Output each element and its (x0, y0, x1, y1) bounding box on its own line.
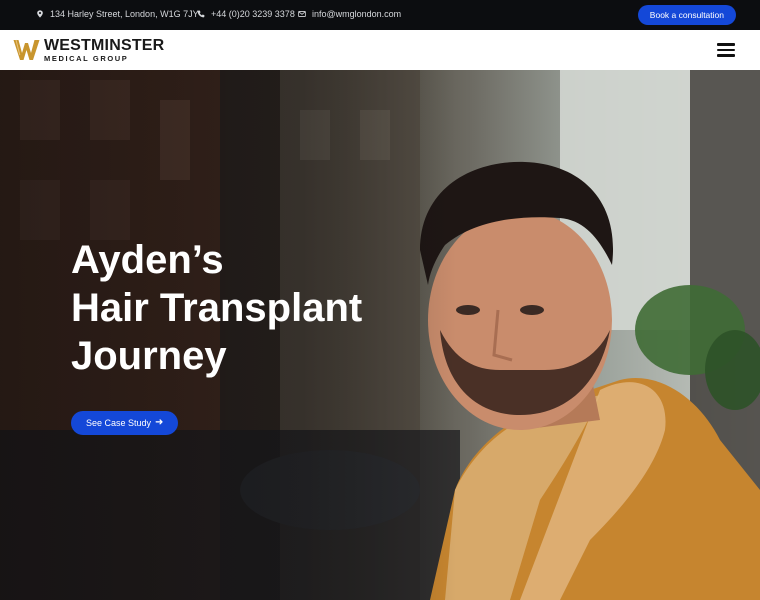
logo-line1: WESTMINSTER (44, 37, 165, 54)
address-item[interactable]: 134 Harley Street, London, W1G 7JY (36, 9, 199, 19)
phone-text: +44 (0)20 3239 3378 (211, 9, 295, 19)
menu-bar (717, 54, 735, 57)
arrow-right-icon: ➜ (155, 417, 164, 428)
site-logo[interactable]: WESTMINSTER MEDICAL GROUP (13, 38, 164, 63)
hero-title-line3: Journey (71, 334, 227, 378)
hero-title: Ayden’s Hair Transplant Journey (71, 236, 362, 380)
phone-icon (197, 10, 205, 18)
menu-bar (717, 43, 735, 46)
logo-line2: MEDICAL GROUP (44, 54, 129, 63)
address-text: 134 Harley Street, London, W1G 7JY (50, 9, 199, 19)
see-case-study-button[interactable]: See Case Study ➜ (71, 411, 179, 435)
hero-title-line2: Hair Transplant (71, 286, 363, 330)
hero-section: Ayden’s Hair Transplant Journey See Case… (0, 70, 760, 600)
email-item[interactable]: info@wmglondon.com (298, 9, 401, 19)
book-consultation-button[interactable]: Book a consultation (637, 5, 736, 25)
see-case-study-label: See Case Study (86, 418, 152, 428)
hamburger-icon[interactable] (717, 43, 735, 57)
phone-item[interactable]: +44 (0)20 3239 3378 (197, 9, 295, 19)
westminster-logo-icon (13, 40, 40, 61)
site-header: WESTMINSTER MEDICAL GROUP (0, 30, 760, 70)
email-text: info@wmglondon.com (312, 9, 402, 19)
top-contact-bar: 134 Harley Street, London, W1G 7JY +44 (… (0, 0, 760, 30)
menu-bar (717, 48, 735, 52)
envelope-icon (298, 11, 306, 17)
map-pin-icon (37, 10, 43, 18)
hero-title-line1: Ayden’s (71, 238, 224, 282)
